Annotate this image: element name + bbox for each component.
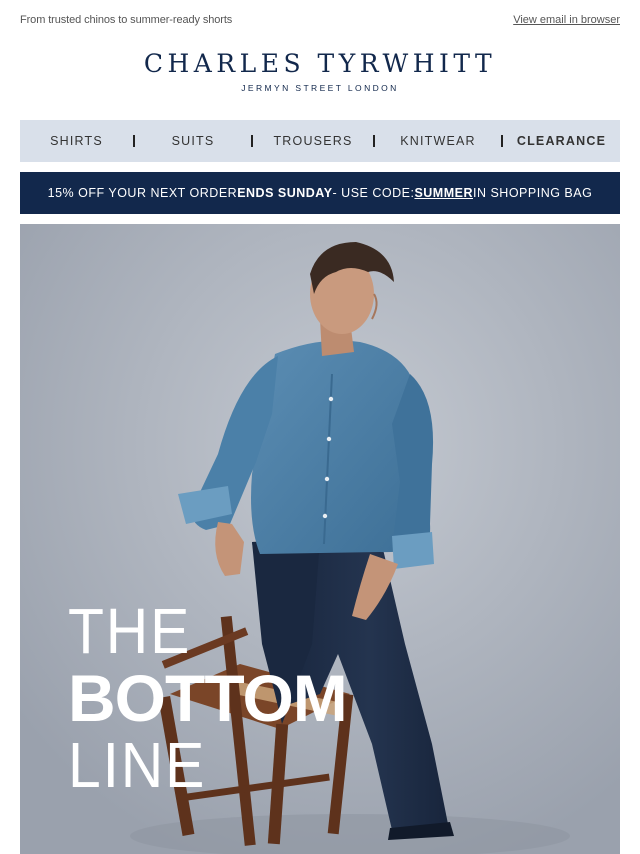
promo-banner[interactable]: 15% OFF YOUR NEXT ORDER ENDS SUNDAY - US… (20, 172, 620, 214)
nav-item-suits[interactable]: SUITS (135, 134, 251, 148)
promo-text-code-label: - USE CODE: (332, 186, 415, 200)
brand-name: CHARLES TYRWHITT (143, 49, 497, 78)
nav-item-knitwear[interactable]: KNITWEAR (375, 134, 501, 148)
brand-tagline: JERMYN STREET LONDON (241, 83, 399, 93)
promo-text-suffix: IN SHOPPING BAG (473, 186, 593, 200)
headline-line-1: THE (68, 595, 192, 667)
email-header-bar: From trusted chinos to summer-ready shor… (20, 12, 620, 28)
preheader-text: From trusted chinos to summer-ready shor… (20, 14, 233, 26)
brand-logo[interactable]: CHARLES TYRWHITT JERMYN STREET LONDON (0, 49, 640, 94)
nav-item-trousers[interactable]: TROUSERS (253, 134, 373, 148)
view-in-browser-link[interactable]: View email in browser (513, 14, 620, 26)
headline-line-2: BOTTOM (68, 661, 348, 735)
nav-item-clearance[interactable]: CLEARANCE (503, 134, 620, 148)
hero-banner[interactable]: THE BOTTOM LINE (20, 224, 620, 854)
hero-headline: THE BOTTOM LINE (68, 595, 348, 801)
promo-text-offer: 15% OFF YOUR NEXT ORDER (47, 186, 238, 200)
nav-item-shirts[interactable]: SHIRTS (20, 134, 133, 148)
category-nav: SHIRTS SUITS TROUSERS KNITWEAR CLEARANCE (20, 120, 620, 162)
promo-code[interactable]: SUMMER (414, 186, 473, 200)
headline-line-3: LINE (68, 729, 207, 801)
promo-text-deadline: ENDS SUNDAY (237, 186, 333, 200)
